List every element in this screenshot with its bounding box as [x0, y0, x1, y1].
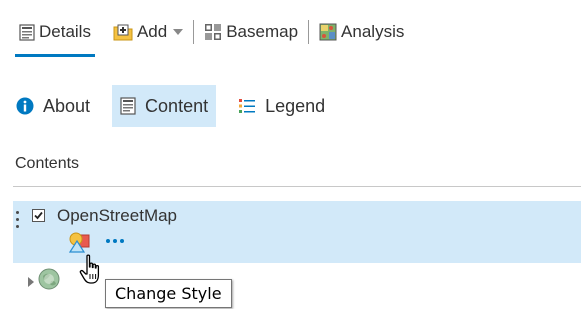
- chevron-down-icon: [173, 29, 184, 35]
- expand-arrow-icon[interactable]: [28, 277, 34, 287]
- change-style-icon[interactable]: [67, 231, 93, 255]
- contents-divider: [13, 186, 581, 187]
- tab-legend-label: Legend: [265, 95, 326, 116]
- tab-content[interactable]: Content: [112, 85, 217, 127]
- info-icon: [16, 97, 34, 115]
- change-style-tooltip: Change Style: [105, 279, 232, 308]
- basemap-button[interactable]: Basemap: [200, 16, 302, 48]
- details-icon: [19, 23, 35, 41]
- add-icon: [113, 23, 133, 41]
- details-button[interactable]: Details: [15, 16, 95, 57]
- map-viewer-panel: Details Add Basemap Analysis About Conte…: [0, 0, 581, 309]
- details-subtabs: About Content Legend: [8, 85, 347, 127]
- tab-about-label: About: [43, 95, 91, 116]
- contents-heading: Contents: [15, 155, 80, 172]
- layer-visibility-checkbox[interactable]: [32, 209, 45, 222]
- legend-icon: [238, 97, 256, 115]
- toolbar-divider: [308, 20, 310, 44]
- basemap-icon: [204, 23, 222, 41]
- content-icon: [120, 97, 136, 115]
- more-options-icon[interactable]: [106, 239, 127, 243]
- analysis-label: Analysis: [341, 22, 405, 41]
- hand-pointer-cursor-icon: [79, 254, 105, 286]
- add-label: Add: [136, 22, 168, 41]
- analysis-icon: [319, 23, 337, 41]
- add-button[interactable]: Add: [109, 16, 187, 48]
- analysis-button[interactable]: Analysis: [315, 16, 408, 48]
- layer-name[interactable]: OpenStreetMap: [57, 206, 177, 226]
- drag-handle-icon[interactable]: [16, 211, 20, 237]
- tab-about[interactable]: About: [8, 85, 98, 127]
- basemap-globe-icon: [38, 268, 60, 290]
- basemap-label: Basemap: [226, 22, 299, 41]
- toolbar-divider: [193, 20, 195, 44]
- tab-legend[interactable]: Legend: [230, 85, 333, 127]
- main-toolbar: Details Add Basemap Analysis: [15, 16, 408, 58]
- tab-content-label: Content: [145, 95, 209, 116]
- details-label: Details: [39, 22, 91, 41]
